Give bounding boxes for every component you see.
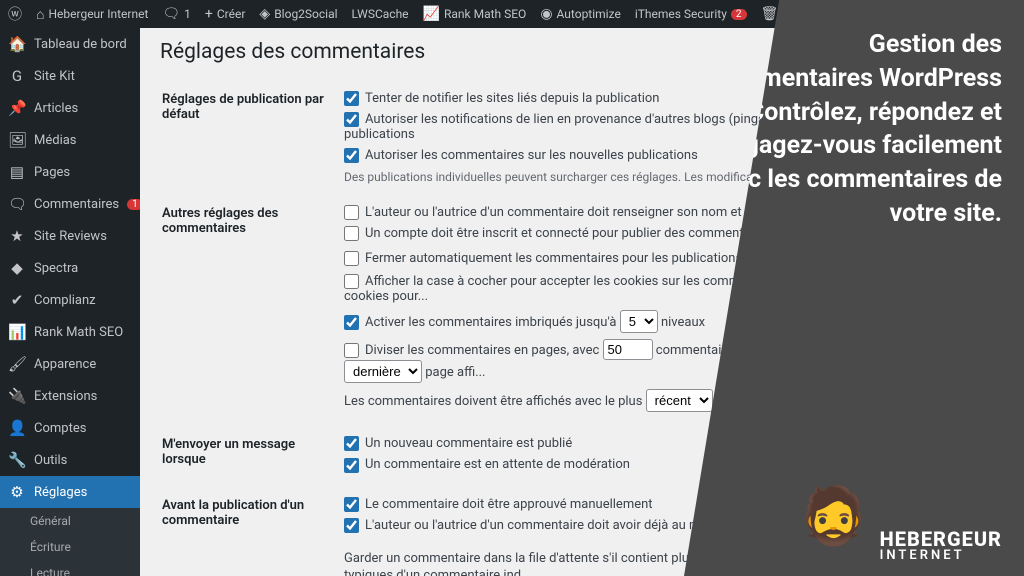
sub-lecture[interactable]: Lecture [0, 560, 140, 576]
ithemes-badge: 2 [731, 9, 747, 20]
toolbar-ithemes[interactable]: iThemes Security2 [635, 7, 747, 21]
plus-icon: + [205, 6, 213, 22]
chk-prev-approved[interactable] [344, 518, 359, 533]
chk-email-new[interactable] [344, 436, 359, 451]
toolbar-autoptimize[interactable]: ◉Autoptimize [540, 6, 621, 22]
comment-icon: 🗨 [162, 6, 180, 22]
users-icon: 👤 [8, 419, 26, 437]
trash-icon: 🗑 [761, 6, 779, 22]
toolbar-lwscache[interactable]: LWSCache [352, 7, 409, 21]
sidebar-item-pages[interactable]: ▤Pages [0, 156, 140, 188]
dashboard-icon: 🏠 [8, 35, 26, 53]
chk-email-moderation[interactable] [344, 458, 359, 473]
sidebar-item-sitereviews[interactable]: ★Site Reviews [0, 220, 140, 252]
comment-icon: 🗨 [8, 195, 26, 213]
sidebar-item-reglages[interactable]: ⚙Réglages [0, 476, 140, 508]
chk-notify-linked[interactable] [344, 91, 359, 106]
new-content-label: Créer [217, 7, 246, 21]
section-before-heading: Avant la publication d'un commentaire [162, 486, 342, 576]
sidebar-item-rankmath[interactable]: 📊Rank Math SEO [0, 316, 140, 348]
chk-thread[interactable] [344, 315, 359, 330]
comment-count: 1 [184, 7, 191, 21]
star-icon: ★ [8, 227, 26, 245]
sidebar-item-articles[interactable]: 📌Articles [0, 92, 140, 124]
share-icon: ◈ [259, 6, 270, 22]
sub-general[interactable]: Général [0, 508, 140, 534]
brush-icon: 🖌 [8, 355, 26, 373]
chk-require-name[interactable] [344, 205, 359, 220]
section-default-heading: Réglages de publication par défaut [162, 80, 342, 192]
chart-icon: 📊 [8, 323, 26, 341]
input-per-page[interactable] [603, 339, 653, 360]
sidebar-item-apparence[interactable]: 🖌Apparence [0, 348, 140, 380]
site-name[interactable]: ⌂ Hebergeur Internet [36, 6, 148, 23]
chk-manual-approve[interactable] [344, 497, 359, 512]
chk-cookie-consent[interactable] [344, 274, 359, 289]
shield-icon: ✔ [8, 291, 26, 309]
pin-icon: 📌 [8, 99, 26, 117]
wordpress-icon: ⓦ [8, 4, 22, 24]
chk-close-old[interactable] [344, 251, 359, 266]
settings-icon: ⚙ [8, 483, 26, 501]
chk-allow-comments[interactable] [344, 148, 359, 163]
site-name-label: Hebergeur Internet [48, 7, 148, 21]
brand-logo: HEBERGEURINTERNET [880, 529, 1002, 562]
sidebar-submenu: Général Écriture Lecture Commentaires Mé… [0, 508, 140, 576]
home-icon: ⌂ [36, 6, 44, 23]
comments-bubble[interactable]: 🗨1 [162, 6, 191, 22]
page-icon: ▤ [8, 163, 26, 181]
toolbar-rankmath[interactable]: 📈Rank Math SEO [423, 6, 527, 22]
chk-allow-pingback[interactable] [344, 112, 359, 127]
sidebar-item-medias[interactable]: 🖼Médias [0, 124, 140, 156]
section-other-heading: Autres réglages des commentaires [162, 194, 342, 423]
sidebar-item-complianz[interactable]: ✔Complianz [0, 284, 140, 316]
comments-badge: 1 [127, 199, 140, 210]
plugin-icon: 🔌 [8, 387, 26, 405]
spectra-icon: ◆ [8, 259, 26, 277]
wp-logo[interactable]: ⓦ [8, 4, 22, 24]
sidebar-item-extensions[interactable]: 🔌Extensions [0, 380, 140, 412]
select-thread-depth[interactable]: 5 [620, 310, 658, 333]
chart-icon: 📈 [423, 6, 440, 22]
chk-paginate[interactable] [344, 343, 359, 358]
section-email-heading: M'envoyer un message lorsque [162, 425, 342, 483]
select-comment-order[interactable]: récent [646, 389, 713, 412]
gauge-icon: ◉ [540, 6, 552, 22]
admin-sidebar: 🏠Tableau de bord GSite Kit 📌Articles 🖼Mé… [0, 28, 140, 576]
new-content[interactable]: + Créer [205, 6, 246, 22]
chk-require-registration[interactable] [344, 226, 359, 241]
tools-icon: 🔧 [8, 451, 26, 469]
select-default-page[interactable]: dernière [344, 360, 422, 383]
mascot-icon: 🧔 [798, 470, 870, 562]
sub-ecriture[interactable]: Écriture [0, 534, 140, 560]
media-icon: 🖼 [8, 131, 26, 149]
google-icon: G [8, 67, 26, 85]
sidebar-item-comments[interactable]: 🗨Commentaires1 [0, 188, 140, 220]
sidebar-item-outils[interactable]: 🔧Outils [0, 444, 140, 476]
sidebar-item-spectra[interactable]: ◆Spectra [0, 252, 140, 284]
sidebar-item-dashboard[interactable]: 🏠Tableau de bord [0, 28, 140, 60]
sidebar-item-comptes[interactable]: 👤Comptes [0, 412, 140, 444]
toolbar-blog2social[interactable]: ◈Blog2Social [259, 6, 337, 22]
sidebar-item-sitekit[interactable]: GSite Kit [0, 60, 140, 92]
